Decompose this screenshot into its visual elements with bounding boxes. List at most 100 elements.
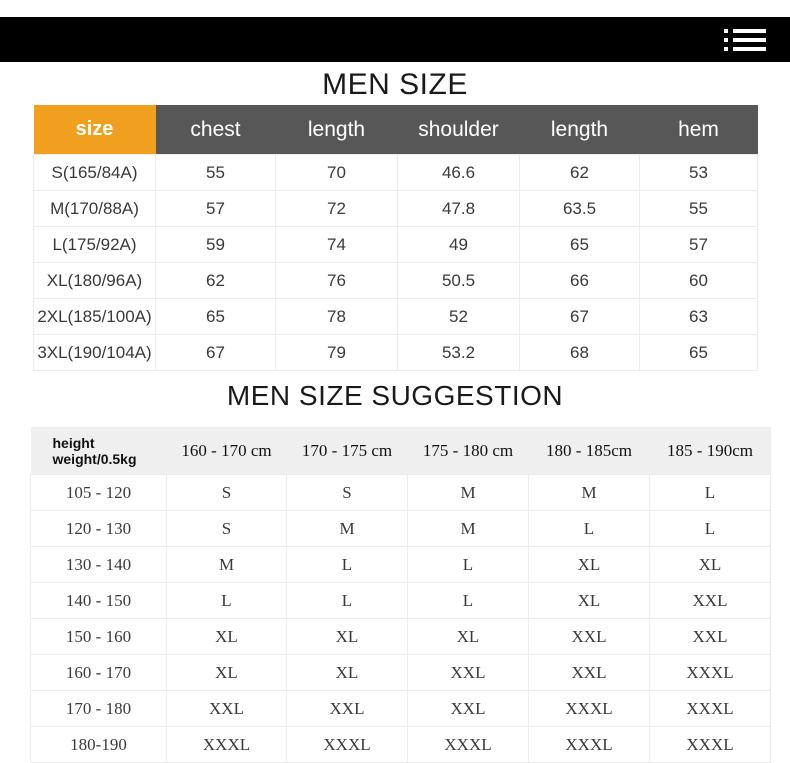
list-icon-line	[733, 28, 766, 33]
cell-weight-range: 120 - 130	[30, 510, 167, 547]
cell-hem: 65	[639, 334, 758, 371]
cell-suggested-size: L	[407, 582, 529, 619]
cell-weight-range: 140 - 150	[30, 582, 167, 619]
cell-length: 76	[275, 262, 398, 299]
cell-length-2: 63.5	[519, 190, 640, 227]
column-header-length: length	[275, 105, 398, 155]
cell-chest: 59	[155, 226, 276, 263]
column-header-chest: chest	[155, 105, 276, 155]
cell-suggested-size: M	[528, 474, 650, 511]
table-row: 150 - 160 XL XL XL XXL XXL	[30, 618, 771, 655]
cell-shoulder: 46.6	[397, 154, 520, 191]
cell-hem: 55	[639, 190, 758, 227]
cell-suggested-size: L	[649, 474, 771, 511]
cell-chest: 62	[155, 262, 276, 299]
cell-shoulder: 52	[397, 298, 520, 335]
cell-suggested-size: L	[166, 582, 287, 619]
cell-size: 2XL(185/100A)	[33, 298, 156, 335]
cell-suggested-size: XXXL	[407, 726, 529, 763]
table-header-row: size chest length shoulder length hem	[33, 105, 758, 155]
cell-length-2: 66	[519, 262, 640, 299]
cell-shoulder: 53.2	[397, 334, 520, 371]
cell-suggested-size: M	[166, 546, 287, 583]
cell-suggested-size: XL	[166, 618, 287, 655]
list-icon-row	[724, 46, 766, 51]
list-menu-icon[interactable]	[724, 27, 766, 53]
cell-length-2: 68	[519, 334, 640, 371]
cell-suggested-size: XXL	[649, 582, 771, 619]
column-header-size: size	[33, 105, 156, 155]
cell-size: M(170/88A)	[33, 190, 156, 227]
cell-hem: 53	[639, 154, 758, 191]
cell-suggested-size: XXL	[407, 690, 529, 727]
table-row: 180-190 XXXL XXXL XXXL XXXL XXXL	[30, 726, 771, 763]
column-header-height-175-180: 175 - 180 cm	[407, 427, 529, 475]
cell-suggested-size: XXXL	[166, 726, 287, 763]
cell-shoulder: 49	[397, 226, 520, 263]
table-row: 160 - 170 XL XL XXL XXL XXXL	[30, 654, 771, 691]
cell-size: L(175/92A)	[33, 226, 156, 263]
cell-suggested-size: XL	[528, 582, 650, 619]
cell-weight-range: 170 - 180	[30, 690, 167, 727]
list-icon-bullet	[724, 37, 728, 42]
cell-suggested-size: XL	[286, 618, 408, 655]
cell-suggested-size: XXXL	[649, 726, 771, 763]
list-icon-bullet	[724, 28, 728, 33]
cell-shoulder: 50.5	[397, 262, 520, 299]
cell-suggested-size: XXXL	[286, 726, 408, 763]
cell-suggested-size: XXXL	[528, 690, 650, 727]
table-row: 140 - 150 L L L XL XXL	[30, 582, 771, 619]
cell-suggested-size: XXL	[407, 654, 529, 691]
column-header-height-180-185: 180 - 185cm	[528, 427, 650, 475]
cell-chest: 65	[155, 298, 276, 335]
cell-weight-range: 105 - 120	[30, 474, 167, 511]
cell-suggested-size: S	[286, 474, 408, 511]
list-icon-line	[733, 37, 766, 42]
cell-length: 78	[275, 298, 398, 335]
column-header-length-2: length	[519, 105, 640, 155]
cell-suggested-size: XL	[528, 546, 650, 583]
top-bar	[0, 17, 790, 62]
cell-length-2: 65	[519, 226, 640, 263]
cell-suggested-size: XL	[407, 618, 529, 655]
table-row: S(165/84A) 55 70 46.6 62 53	[33, 154, 758, 191]
cell-length-2: 67	[519, 298, 640, 335]
cell-suggested-size: XL	[286, 654, 408, 691]
cell-chest: 57	[155, 190, 276, 227]
cell-suggested-size: XXL	[649, 618, 771, 655]
cell-suggested-size: L	[286, 546, 408, 583]
cell-size: XL(180/96A)	[33, 262, 156, 299]
corner-header-height-weight: height weight/0.5kg	[30, 427, 167, 475]
men-size-table: size chest length shoulder length hem S(…	[33, 105, 758, 371]
cell-weight-range: 150 - 160	[30, 618, 167, 655]
cell-suggested-size: L	[528, 510, 650, 547]
table-row: XL(180/96A) 62 76 50.5 66 60	[33, 262, 758, 299]
cell-length: 70	[275, 154, 398, 191]
corner-header-line2: weight/0.5kg	[52, 450, 137, 467]
cell-suggested-size: L	[407, 546, 529, 583]
cell-hem: 60	[639, 262, 758, 299]
cell-suggested-size: XXXL	[528, 726, 650, 763]
cell-weight-range: 180-190	[30, 726, 167, 763]
cell-suggested-size: S	[166, 474, 287, 511]
cell-suggested-size: XXXL	[649, 654, 771, 691]
cell-hem: 63	[639, 298, 758, 335]
cell-weight-range: 130 - 140	[30, 546, 167, 583]
men-size-suggestion-table: height weight/0.5kg 160 - 170 cm 170 - 1…	[30, 427, 771, 763]
column-header-height-170-175: 170 - 175 cm	[286, 427, 408, 475]
cell-suggested-size: M	[286, 510, 408, 547]
table-row: 2XL(185/100A) 65 78 52 67 63	[33, 298, 758, 335]
cell-length: 79	[275, 334, 398, 371]
men-size-title: MEN SIZE	[322, 68, 468, 101]
table-row: 170 - 180 XXL XXL XXL XXXL XXXL	[30, 690, 771, 727]
table-row: 120 - 130 S M M L L	[30, 510, 771, 547]
cell-shoulder: 47.8	[397, 190, 520, 227]
table-header-row: height weight/0.5kg 160 - 170 cm 170 - 1…	[30, 427, 771, 475]
list-icon-row	[724, 28, 766, 33]
corner-header-line1: height	[52, 434, 95, 451]
table-row: M(170/88A) 57 72 47.8 63.5 55	[33, 190, 758, 227]
column-header-height-185-190: 185 - 190cm	[649, 427, 771, 475]
list-icon-bullet	[724, 46, 728, 51]
table-row: 130 - 140 M L L XL XL	[30, 546, 771, 583]
cell-suggested-size: L	[649, 510, 771, 547]
